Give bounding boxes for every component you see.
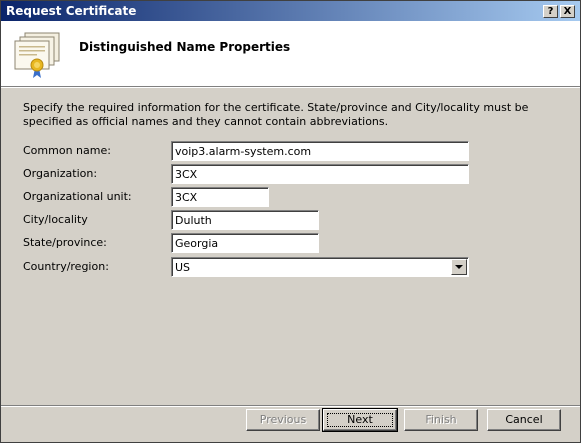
previous-button-label: Previous — [259, 413, 307, 426]
state-label: State/province: — [23, 236, 107, 249]
cancel-button-label: Cancel — [505, 413, 543, 426]
previous-button[interactable]: Previous — [246, 409, 320, 431]
page-title: Distinguished Name Properties — [79, 40, 291, 54]
cancel-button[interactable]: Cancel — [487, 409, 561, 431]
state-input[interactable]: Georgia — [171, 233, 319, 253]
finish-button[interactable]: Finish — [404, 409, 478, 431]
country-label: Country/region: — [23, 260, 109, 273]
certificate-icon — [14, 32, 60, 78]
window-title: Request Certificate — [6, 4, 137, 18]
instructions-text: Specify the required information for the… — [23, 101, 529, 128]
next-button[interactable]: Next — [322, 408, 398, 432]
title-bar: Request Certificate ? X — [1, 1, 580, 21]
common-name-input[interactable]: voip3.alarm-system.com — [171, 141, 469, 161]
common-name-label: Common name: — [23, 144, 111, 157]
city-input[interactable]: Duluth — [171, 210, 319, 230]
country-select[interactable]: US — [171, 257, 469, 277]
organizational-unit-label: Organizational unit: — [23, 190, 132, 203]
request-certificate-dialog: Request Certificate ? X Distinguished Na… — [0, 0, 581, 443]
help-button[interactable]: ? — [543, 5, 558, 18]
finish-button-label: Finish — [425, 413, 457, 426]
organization-input[interactable]: 3CX — [171, 164, 469, 184]
city-label: City/locality — [23, 213, 88, 226]
close-button[interactable]: X — [560, 5, 575, 18]
chevron-down-icon[interactable] — [451, 259, 467, 275]
organizational-unit-input[interactable]: 3CX — [171, 187, 269, 207]
next-button-label: Next — [347, 413, 373, 426]
wizard-header: Distinguished Name Properties — [1, 21, 580, 88]
country-select-value: US — [175, 261, 191, 274]
organization-label: Organization: — [23, 167, 98, 180]
